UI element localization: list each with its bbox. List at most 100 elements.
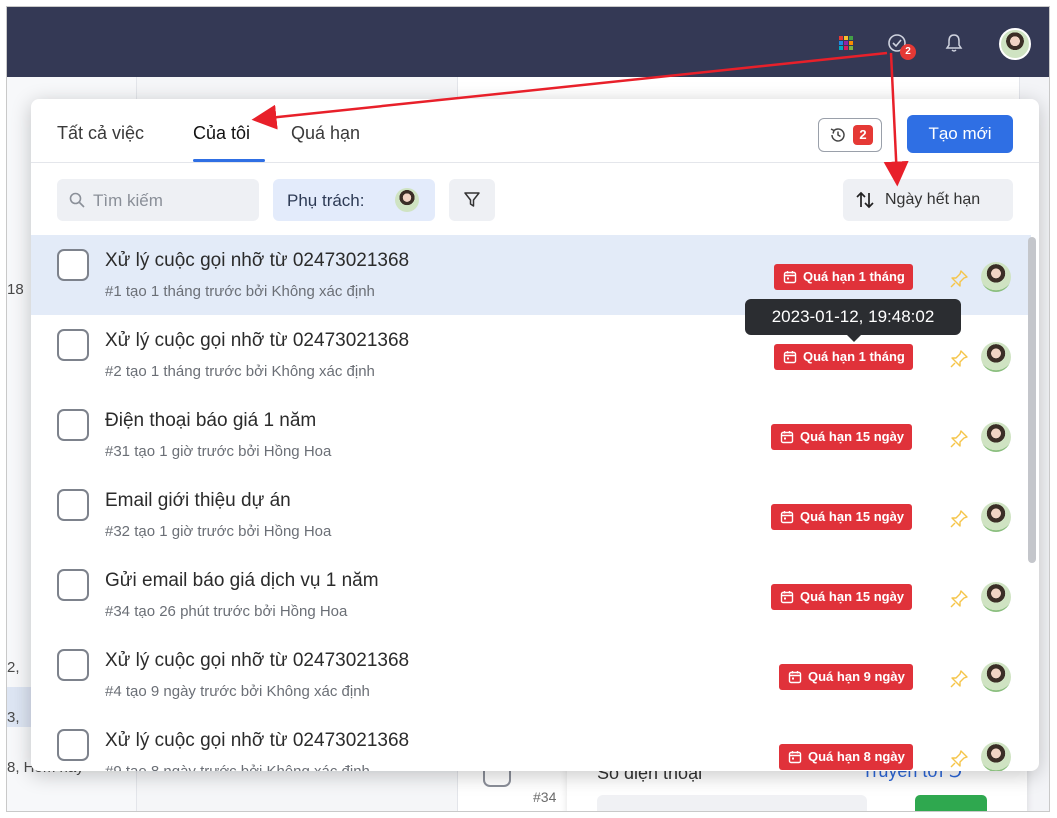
assignee-avatar[interactable] [981, 502, 1011, 532]
assignee-avatar[interactable] [981, 422, 1011, 452]
overdue-badge[interactable]: Quá hạn 15 ngày [771, 504, 913, 530]
task-title[interactable]: Điện thoại báo giá 1 năm [105, 410, 316, 432]
sort-button[interactable]: Ngày hết hạn [843, 179, 1013, 221]
overdue-badge[interactable]: Quá hạn 15 ngày [771, 424, 913, 450]
apps-grid-square [844, 46, 848, 50]
active-tab-indicator [193, 159, 265, 162]
task-title[interactable]: Xử lý cuộc gọi nhỡ từ 02473021368 [105, 730, 409, 752]
calendar-icon [783, 271, 797, 284]
tasks-toolbar: Tìm kiếm Phụ trách: Ngày hết hạn [31, 163, 1039, 235]
assignee-avatar[interactable] [981, 742, 1011, 771]
background-task-id: #34 [533, 789, 557, 805]
calendar-icon [780, 511, 794, 524]
apps-grid-square [849, 46, 853, 50]
tasks-tabs: Tất cả việc Của tôi Quá hạn 2 Tạo mới [31, 99, 1039, 163]
apps-grid-square [844, 41, 848, 45]
tab-all-tasks[interactable]: Tất cả việc [57, 123, 144, 144]
apps-grid-square [839, 46, 843, 50]
task-checkbox[interactable] [57, 329, 89, 361]
background-text: 3, [7, 709, 20, 726]
calendar-icon [780, 431, 794, 444]
assignee-avatar[interactable] [981, 662, 1011, 692]
list-scrollbar[interactable] [1028, 237, 1036, 563]
pin-icon[interactable] [949, 589, 969, 609]
task-checkbox[interactable] [57, 489, 89, 521]
search-icon [69, 192, 85, 208]
bell-icon[interactable] [944, 33, 964, 53]
app-window: 2 18 2, 3, 8, Hôm nay #34 Số điện thoại … [6, 6, 1050, 812]
overdue-label: Quá hạn 9 ngày [808, 669, 905, 684]
apps-grid-square [849, 36, 853, 40]
task-meta: #34 tạo 26 phút trước bởi Hồng Hoa [105, 603, 348, 620]
assignee-avatar[interactable] [981, 262, 1011, 292]
history-icon [830, 128, 845, 142]
overdue-badge[interactable]: Quá hạn 1 tháng [774, 344, 913, 370]
overdue-badge[interactable]: Quá hạn 1 tháng [774, 264, 913, 290]
assignee-avatar [395, 188, 419, 212]
pin-icon[interactable] [949, 749, 969, 769]
pin-icon[interactable] [949, 509, 969, 529]
task-row[interactable]: Gửi email báo giá dịch vụ 1 năm #34 tạo 2… [31, 555, 1031, 635]
calendar-icon [780, 591, 794, 604]
task-title[interactable]: Email giới thiệu dự án [105, 490, 291, 512]
overdue-badge[interactable]: Quá hạn 15 ngày [771, 584, 913, 610]
overdue-label: Quá hạn 15 ngày [800, 509, 905, 524]
task-row[interactable]: Điện thoại báo giá 1 năm #31 tạo 1 giờ tr… [31, 395, 1031, 475]
task-checkbox[interactable] [57, 249, 89, 281]
apps-grid-icon[interactable] [839, 36, 853, 50]
task-checkbox[interactable] [57, 569, 89, 601]
task-meta: #2 tạo 1 tháng trước bởi Không xác định [105, 363, 375, 380]
create-task-button[interactable]: Tạo mới [907, 115, 1013, 153]
background-text: 18 [7, 281, 24, 298]
task-row[interactable]: Email giới thiệu dự án #32 tạo 1 giờ trướ… [31, 475, 1031, 555]
sort-icon [856, 191, 874, 209]
phone-input[interactable] [597, 795, 867, 811]
task-checkbox[interactable] [57, 409, 89, 441]
search-input[interactable]: Tìm kiếm [57, 179, 259, 221]
overdue-label: Quá hạn 8 ngày [808, 749, 905, 764]
task-row[interactable]: Xử lý cuộc gọi nhỡ từ 02473021368 #4 tạo … [31, 635, 1031, 715]
pin-icon[interactable] [949, 349, 969, 369]
history-button[interactable]: 2 [818, 118, 882, 152]
overdue-badge[interactable]: Quá hạn 9 ngày [779, 664, 913, 690]
task-meta: #4 tạo 9 ngày trước bởi Không xác định [105, 683, 370, 700]
apps-grid-square [844, 36, 848, 40]
task-title[interactable]: Xử lý cuộc gọi nhỡ từ 02473021368 [105, 650, 409, 672]
pin-icon[interactable] [949, 669, 969, 689]
assignee-avatar[interactable] [981, 582, 1011, 612]
apps-grid-square [849, 41, 853, 45]
tab-overdue[interactable]: Quá hạn [291, 123, 360, 144]
user-avatar[interactable] [999, 28, 1031, 60]
pin-icon[interactable] [949, 429, 969, 449]
tasks-count-badge: 2 [900, 44, 916, 60]
overdue-label: Quá hạn 15 ngày [800, 589, 905, 604]
task-meta: #9 tạo 8 ngày trước bởi Không xác định [105, 763, 370, 771]
task-title[interactable]: Xử lý cuộc gọi nhỡ từ 02473021368 [105, 250, 409, 272]
calendar-icon [788, 751, 802, 764]
task-checkbox[interactable] [57, 729, 89, 761]
filter-button[interactable] [449, 179, 495, 221]
task-title[interactable]: Gửi email báo giá dịch vụ 1 năm [105, 570, 379, 592]
assignee-filter[interactable]: Phụ trách: [273, 179, 435, 221]
tab-my-tasks[interactable]: Của tôi [193, 123, 250, 144]
apps-grid-square [839, 41, 843, 45]
overdue-label: Quá hạn 15 ngày [800, 429, 905, 444]
task-meta: #32 tạo 1 giờ trước bởi Hồng Hoa [105, 523, 332, 540]
filter-icon [464, 192, 480, 207]
calendar-icon [783, 351, 797, 364]
task-row[interactable]: Xử lý cuộc gọi nhỡ từ 02473021368 #9 tạo … [31, 715, 1031, 771]
background-text: 2, [7, 659, 20, 676]
overdue-label: Quá hạn 1 tháng [803, 349, 905, 364]
task-checkbox[interactable] [57, 649, 89, 681]
task-meta: #31 tạo 1 giờ trước bởi Hồng Hoa [105, 443, 332, 460]
top-bar: 2 [7, 7, 1049, 77]
due-date-tooltip: 2023-01-12, 19:48:02 [745, 299, 961, 342]
sort-label: Ngày hết hạn [885, 191, 981, 208]
overdue-badge[interactable]: Quá hạn 8 ngày [779, 744, 913, 770]
task-title[interactable]: Xử lý cuộc gọi nhỡ từ 02473021368 [105, 330, 409, 352]
tasks-panel: Tất cả việc Của tôi Quá hạn 2 Tạo mới Tì… [31, 99, 1039, 771]
assignee-avatar[interactable] [981, 342, 1011, 372]
pin-icon[interactable] [949, 269, 969, 289]
calendar-icon [788, 671, 802, 684]
call-button[interactable] [915, 795, 987, 811]
